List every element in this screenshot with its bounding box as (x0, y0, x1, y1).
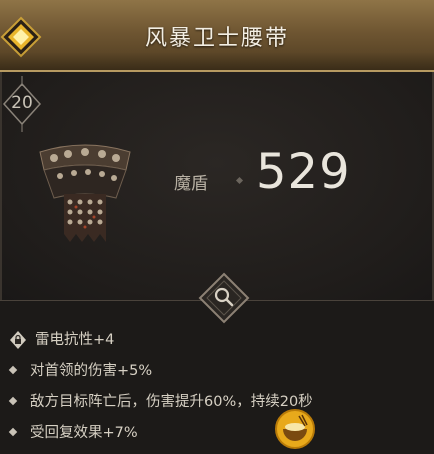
affix-text: 对首领的伤害+5% (30, 363, 153, 379)
belt-item-icon (30, 136, 140, 246)
affix-text: 受回复效果+7% (30, 425, 138, 441)
affix-row: 雷电抗性+4 (10, 328, 114, 349)
diamond-bullet-icon (8, 365, 18, 375)
stat-label: 魔盾 (174, 174, 208, 194)
lock-icon (10, 331, 26, 349)
affix-row: 受回复效果+7% (8, 421, 138, 442)
affix-text: 敌方目标阵亡后，伤害提升60%，持续20秒 (30, 394, 313, 410)
food-bowl-logo (274, 408, 316, 450)
affix-row: 对首领的伤害+5% (8, 359, 153, 380)
affix-text: 雷电抗性+4 (35, 332, 115, 348)
diamond-bullet-icon (8, 427, 18, 437)
item-level: 20 (11, 93, 33, 113)
item-header: 风暴卫士腰带 (0, 0, 434, 72)
magnifier-icon[interactable] (198, 272, 250, 324)
stat-value: 529 (256, 144, 351, 200)
diamond-bullet-icon (8, 396, 18, 406)
affix-row: 敌方目标阵亡后，伤害提升60%，持续20秒 (8, 390, 313, 411)
item-title: 风暴卫士腰带 (144, 26, 289, 51)
